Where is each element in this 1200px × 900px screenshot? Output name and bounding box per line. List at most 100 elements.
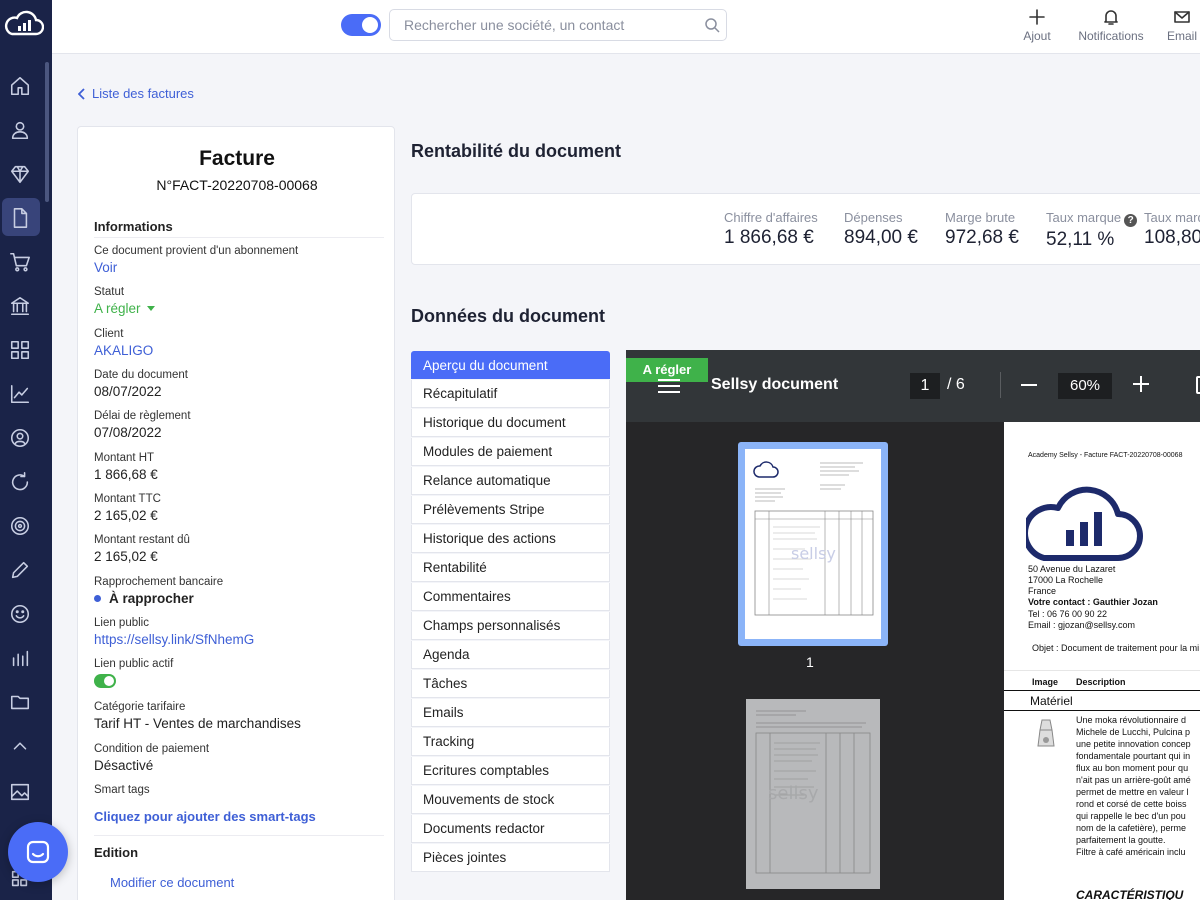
desc-line: flux au bon moment pour qu bbox=[1076, 763, 1189, 773]
tab-apercu[interactable]: Aperçu du document bbox=[411, 351, 610, 379]
column-image: Image bbox=[1032, 677, 1059, 687]
tab-historique-document[interactable]: Historique du document bbox=[411, 409, 610, 437]
help-icon[interactable]: ? bbox=[1124, 214, 1138, 227]
product-image-icon bbox=[1037, 719, 1055, 747]
kpi-value: 108,80 bbox=[1144, 227, 1200, 248]
tab-historique-actions[interactable]: Historique des actions bbox=[411, 525, 610, 553]
contact-name: Votre contact : Gauthier Jozan bbox=[1028, 597, 1158, 607]
table-divider bbox=[1004, 670, 1200, 671]
search-box[interactable] bbox=[389, 9, 727, 41]
zoom-in-icon[interactable] bbox=[1132, 375, 1150, 393]
abonnement-field: Ce document provient d'un abonnement Voi… bbox=[94, 245, 384, 275]
company-logo-icon bbox=[1026, 486, 1143, 561]
bar-chart-icon[interactable] bbox=[7, 645, 33, 671]
cart-icon[interactable] bbox=[7, 249, 33, 275]
lien-public-link[interactable]: https://sellsy.link/SfNhemG bbox=[94, 632, 384, 647]
categorie-field: Catégorie tarifaire Tarif HT - Ventes de… bbox=[94, 701, 384, 731]
search-input[interactable] bbox=[404, 17, 694, 33]
tab-taches[interactable]: Tâches bbox=[411, 670, 610, 698]
thumbnail-number: 1 bbox=[806, 654, 814, 670]
smiley-icon[interactable] bbox=[7, 601, 33, 627]
image-icon[interactable] bbox=[7, 779, 33, 805]
kpi-depenses: Dépenses 894,00 € bbox=[844, 210, 918, 249]
pencil-icon[interactable] bbox=[7, 557, 33, 583]
diamond-icon[interactable] bbox=[7, 161, 33, 187]
folder-icon[interactable] bbox=[7, 689, 33, 715]
rapprochement-field: Rapprochement bancaire À rapprocher bbox=[94, 576, 384, 606]
caret-down-icon bbox=[146, 306, 155, 311]
search-icon[interactable] bbox=[704, 17, 720, 33]
document-icon[interactable] bbox=[7, 205, 33, 231]
tab-pieces-jointes[interactable]: Pièces jointes bbox=[411, 844, 610, 872]
tab-modules-paiement[interactable]: Modules de paiement bbox=[411, 438, 610, 466]
tab-agenda[interactable]: Agenda bbox=[411, 641, 610, 669]
client-link[interactable]: AKALIGO bbox=[94, 343, 384, 358]
add-label: Ajout bbox=[1023, 29, 1051, 43]
rentabilite-heading: Rentabilité du document bbox=[411, 141, 622, 161]
kpi-label: Marge brute bbox=[945, 210, 1016, 225]
tab-rentabilite[interactable]: Rentabilité bbox=[411, 554, 610, 582]
desc-line: Une moka révolutionnaire d bbox=[1076, 715, 1187, 725]
zoom-out-icon[interactable] bbox=[1021, 384, 1037, 386]
statut-dropdown[interactable]: A régler bbox=[94, 301, 384, 316]
svg-text:sellsy: sellsy bbox=[791, 544, 836, 563]
notifications-button[interactable]: Notifications bbox=[1076, 8, 1146, 43]
divider bbox=[94, 835, 384, 836]
kpi-label: Taux marq bbox=[1144, 210, 1200, 225]
tab-tracking[interactable]: Tracking bbox=[411, 728, 610, 756]
tab-commentaires[interactable]: Commentaires bbox=[411, 583, 610, 611]
edit-document-link[interactable]: Modifier ce document bbox=[110, 875, 234, 890]
back-to-invoices-link[interactable]: Liste des factures bbox=[78, 86, 194, 101]
nav-scrollbar[interactable] bbox=[45, 62, 49, 202]
chevron-up-icon[interactable] bbox=[7, 733, 33, 759]
lien-actif-toggle[interactable] bbox=[94, 674, 116, 688]
add-smart-tags-link[interactable]: Cliquez pour ajouter des smart-tags bbox=[94, 809, 316, 824]
tab-emails[interactable]: Emails bbox=[411, 699, 610, 727]
mode-toggle[interactable] bbox=[341, 14, 381, 36]
montant-ht-label: Montant HT bbox=[94, 452, 155, 464]
fit-page-icon[interactable] bbox=[1196, 376, 1200, 394]
email-button[interactable]: Email bbox=[1164, 8, 1200, 43]
tab-recapitulatif[interactable]: Récapitulatif bbox=[411, 380, 610, 408]
lien-public-field: Lien public https://sellsy.link/SfNhemG bbox=[94, 617, 384, 647]
delai-label: Délai de règlement bbox=[94, 410, 191, 422]
address-line-2: 17000 La Rochelle bbox=[1028, 575, 1104, 585]
contact-circle-icon[interactable] bbox=[7, 425, 33, 451]
thumbnail-page-2[interactable]: sellsy bbox=[746, 699, 880, 889]
address-line-1: 50 Avenue du Lazaret bbox=[1028, 564, 1116, 574]
kpi-label-text: Taux marque bbox=[1046, 210, 1122, 225]
page-total: / 6 bbox=[947, 376, 965, 393]
page-number-input[interactable]: 1 bbox=[910, 373, 940, 399]
statut-field: Statut A régler bbox=[94, 286, 384, 316]
target-icon[interactable] bbox=[7, 513, 33, 539]
desc-line: n'ait pas un arrière-goût amé bbox=[1076, 775, 1191, 785]
lien-actif-field: Lien public actif bbox=[94, 658, 384, 688]
smart-tags-label: Smart tags bbox=[94, 784, 150, 796]
tab-mouvements-stock[interactable]: Mouvements de stock bbox=[411, 786, 610, 814]
chat-icon bbox=[26, 840, 50, 864]
abonnement-link[interactable]: Voir bbox=[94, 260, 384, 275]
desc-line: rond et corsé de cette boiss bbox=[1076, 799, 1187, 809]
desc-line: nom de la cafetière), perme bbox=[1076, 823, 1187, 833]
user-icon[interactable] bbox=[7, 117, 33, 143]
kpi-taux-marque: Taux marque? 52,11 % bbox=[1046, 210, 1138, 251]
bank-icon[interactable] bbox=[7, 293, 33, 319]
sellsy-logo-icon[interactable] bbox=[4, 8, 44, 40]
home-icon[interactable] bbox=[7, 73, 33, 99]
tab-documents-redactor[interactable]: Documents redactor bbox=[411, 815, 610, 843]
kpi-taux-marge: Taux marq 108,80 bbox=[1144, 210, 1200, 249]
menu-icon[interactable] bbox=[658, 378, 680, 394]
add-button[interactable]: Ajout bbox=[1016, 8, 1058, 43]
mail-icon bbox=[1174, 11, 1190, 23]
refresh-icon[interactable] bbox=[7, 469, 33, 495]
tab-champs-personnalises[interactable]: Champs personnalisés bbox=[411, 612, 610, 640]
chart-icon[interactable] bbox=[7, 381, 33, 407]
tab-relance-automatique[interactable]: Relance automatique bbox=[411, 467, 610, 495]
tab-prelevements-stripe[interactable]: Prélèvements Stripe bbox=[411, 496, 610, 524]
thumbnail-page-1[interactable]: sellsy bbox=[738, 442, 888, 646]
support-chat-button[interactable] bbox=[8, 822, 68, 882]
tab-ecritures-comptables[interactable]: Ecritures comptables bbox=[411, 757, 610, 785]
zoom-level[interactable]: 60% bbox=[1058, 373, 1112, 399]
grid-icon[interactable] bbox=[7, 337, 33, 363]
object-line: Objet : Document de traitement pour la m… bbox=[1032, 643, 1200, 653]
